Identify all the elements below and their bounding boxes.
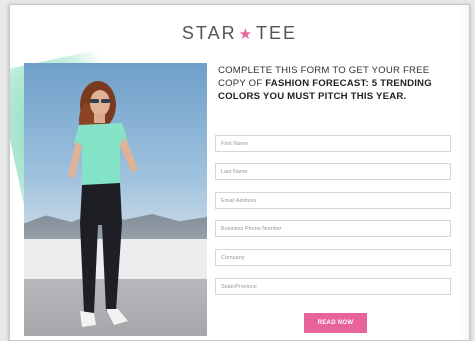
offer-headline: COMPLETE THIS FORM TO GET YOUR FREE COPY… <box>218 64 456 103</box>
offer-line-2-bold: FASHION FORECAST: 5 TRENDING <box>265 78 432 89</box>
company-field[interactable]: Company <box>215 249 451 266</box>
first-name-field[interactable]: First Name <box>215 135 451 152</box>
state-field[interactable]: State/Province <box>215 278 451 295</box>
logo-text-star: STAR <box>181 23 237 43</box>
offer-line-3-bold: COLORS YOU MUST PITCH THIS YEAR. <box>218 91 407 102</box>
startee-logo: STAR ★ TEE <box>10 23 469 44</box>
read-now-button[interactable]: READ NOW <box>304 313 367 333</box>
last-name-field[interactable]: Last Name <box>215 163 451 180</box>
model-photo <box>24 63 207 336</box>
offer-line-2: COPY OF FASHION FORECAST: 5 TRENDING <box>218 77 456 90</box>
offer-line-2-prefix: COPY OF <box>218 78 266 89</box>
star-icon: ★ <box>238 26 255 43</box>
right-edge-shade <box>461 5 469 340</box>
logo-text-tee: TEE <box>256 23 298 43</box>
offer-line-3: COLORS YOU MUST PITCH THIS YEAR. <box>218 90 456 103</box>
email-field[interactable]: Email Address <box>215 192 451 209</box>
phone-field[interactable]: Business Phone Number <box>215 220 451 237</box>
model-figure <box>68 81 138 327</box>
offer-text-block: COMPLETE THIS FORM TO GET YOUR FREE COPY… <box>212 64 456 103</box>
offer-line-1: COMPLETE THIS FORM TO GET YOUR FREE <box>218 65 430 76</box>
